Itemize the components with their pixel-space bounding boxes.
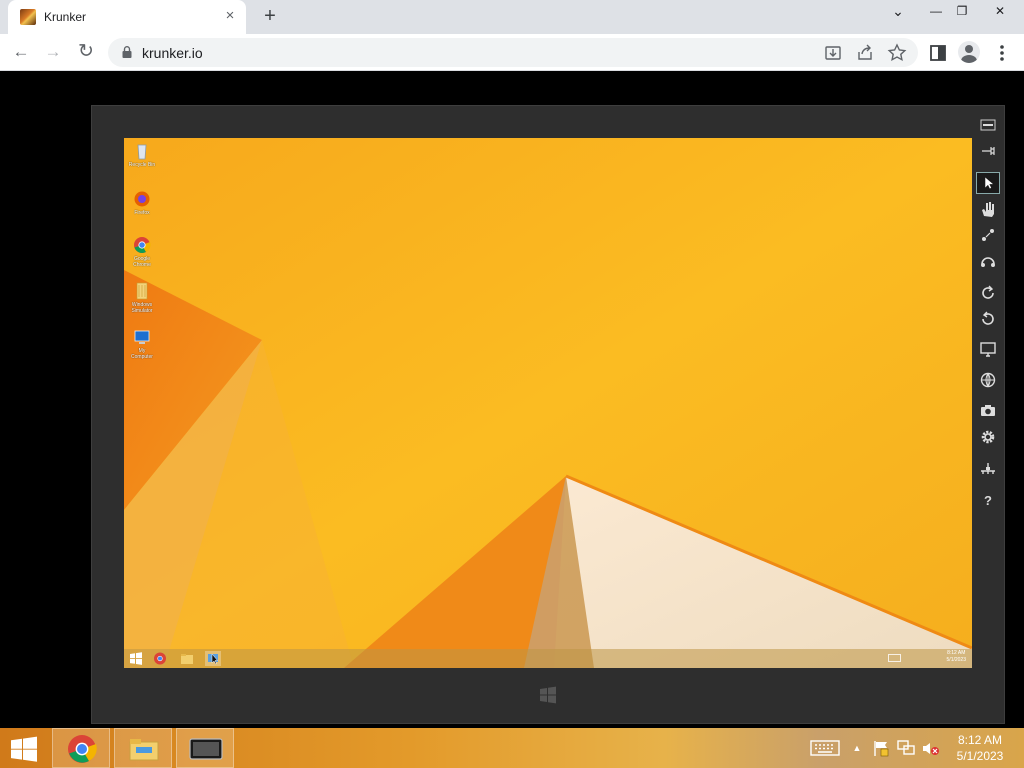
lock-icon: [122, 46, 132, 58]
close-window-button[interactable]: ✕: [984, 0, 1016, 24]
share-icon[interactable]: [854, 42, 876, 64]
start-button[interactable]: [0, 728, 48, 768]
simulator-icon[interactable]: [205, 651, 221, 666]
simulator-icon: [189, 738, 223, 760]
pin-icon[interactable]: [976, 140, 1000, 162]
firefox-icon: [134, 191, 150, 207]
clock-date: 5/1/2023: [956, 749, 1004, 763]
recycle-bin-icon: [137, 144, 147, 160]
desktop-icon-label: Recycle Bin: [128, 162, 156, 168]
browser-toolbar: ← → ↻ krunker.io: [0, 34, 1024, 71]
hand-icon[interactable]: [976, 198, 1000, 220]
reload-button[interactable]: ↻: [73, 40, 99, 64]
rotate-gesture-icon[interactable]: [976, 250, 1000, 272]
desktop-icon-recycle-bin[interactable]: Recycle Bin: [128, 142, 156, 168]
pinch-icon[interactable]: [976, 224, 1000, 246]
desktop-icon-label: Windows Simulator: [131, 302, 153, 314]
forward-button[interactable]: →: [40, 40, 66, 64]
install-icon[interactable]: [822, 42, 844, 64]
start-icon[interactable]: [128, 651, 144, 666]
back-button[interactable]: ←: [8, 40, 34, 64]
network-icon[interactable]: [896, 739, 916, 757]
rotate-counterclockwise-icon[interactable]: [976, 308, 1000, 330]
chrome-icon[interactable]: [152, 651, 168, 666]
tab-search-dropdown-icon[interactable]: ⌄: [882, 0, 914, 24]
globe-icon[interactable]: [976, 369, 1000, 391]
minimize-icon[interactable]: [976, 114, 1000, 136]
keyboard-icon[interactable]: [810, 739, 840, 757]
emulator-screen[interactable]: Recycle Bin Firefox Google Chrome Window…: [124, 138, 972, 668]
taskbar-clock[interactable]: 8:12 AM 5/1/2023: [952, 732, 1008, 764]
page-content: Recycle Bin Firefox Google Chrome Window…: [0, 71, 1024, 728]
file-explorer-icon[interactable]: [179, 651, 195, 666]
tab-krunker[interactable]: Krunker ×: [8, 0, 246, 34]
menu-icon[interactable]: [990, 40, 1014, 66]
desktop-icon-label: Firefox: [134, 210, 150, 216]
windows-wallpaper: [124, 138, 972, 668]
desktop-icon-my-computer[interactable]: My Computer: [128, 328, 156, 360]
network-icon[interactable]: [976, 458, 1000, 480]
profile-icon[interactable]: [958, 41, 980, 63]
emulator-clock: 8:12 AM 5/1/2023: [947, 650, 966, 664]
computer-icon: [134, 330, 150, 344]
bookmark-star-icon[interactable]: [886, 42, 908, 64]
desktop-icon-firefox[interactable]: Firefox: [128, 190, 156, 216]
windows-taskbar: ▲ 8:12 AM 5/1/2023: [0, 728, 1024, 768]
taskbar-chrome-button[interactable]: [52, 728, 110, 768]
krunker-favicon-icon: [20, 9, 36, 25]
chrome-icon: [134, 237, 151, 254]
url-text: krunker.io: [142, 45, 203, 61]
volume-muted-icon[interactable]: [920, 739, 940, 757]
file-explorer-icon: [129, 739, 159, 761]
desktop-icon-windows-simulator[interactable]: Windows Simulator: [128, 282, 156, 314]
emulator-clock-date: 5/1/2023: [946, 657, 966, 663]
settings-icon[interactable]: [976, 426, 1000, 448]
desktop-icon-label: My Computer: [131, 348, 153, 360]
tab-title: Krunker: [44, 10, 87, 24]
emulator-frame: Recycle Bin Firefox Google Chrome Window…: [91, 105, 1005, 724]
rotate-clockwise-icon[interactable]: [976, 282, 1000, 304]
new-tab-button[interactable]: +: [258, 5, 282, 29]
clock-time: 8:12 AM: [957, 733, 1003, 747]
emulator-taskbar: 8:12 AM 5/1/2023: [124, 649, 972, 668]
keyboard-icon[interactable]: [888, 654, 901, 662]
show-hidden-icon[interactable]: ▲: [850, 739, 864, 757]
tab-close-icon[interactable]: ×: [222, 8, 238, 24]
camera-icon[interactable]: [976, 400, 1000, 422]
windows-home-button[interactable]: [537, 684, 559, 706]
action-center-flag-icon[interactable]: [872, 739, 890, 757]
desktop-icon-chrome[interactable]: Google Chrome: [128, 236, 156, 268]
desktop-icon-label: Google Chrome: [133, 256, 151, 268]
emulator-clock-time: 8:12 AM: [947, 650, 966, 656]
side-panel-icon[interactable]: [925, 40, 951, 66]
chrome-icon: [68, 735, 97, 763]
restore-window-button[interactable]: ❐: [946, 0, 978, 24]
help-icon[interactable]: ?: [976, 489, 1000, 511]
folder-icon: [136, 282, 148, 300]
pointer-icon[interactable]: [976, 172, 1000, 194]
taskbar-file-explorer-button[interactable]: [114, 728, 172, 768]
address-bar[interactable]: krunker.io: [108, 38, 918, 67]
tab-strip: Krunker × + ⌄ — ❐ ✕: [0, 0, 1024, 34]
taskbar-simulator-button[interactable]: [176, 728, 234, 768]
monitor-icon[interactable]: [976, 338, 1000, 360]
